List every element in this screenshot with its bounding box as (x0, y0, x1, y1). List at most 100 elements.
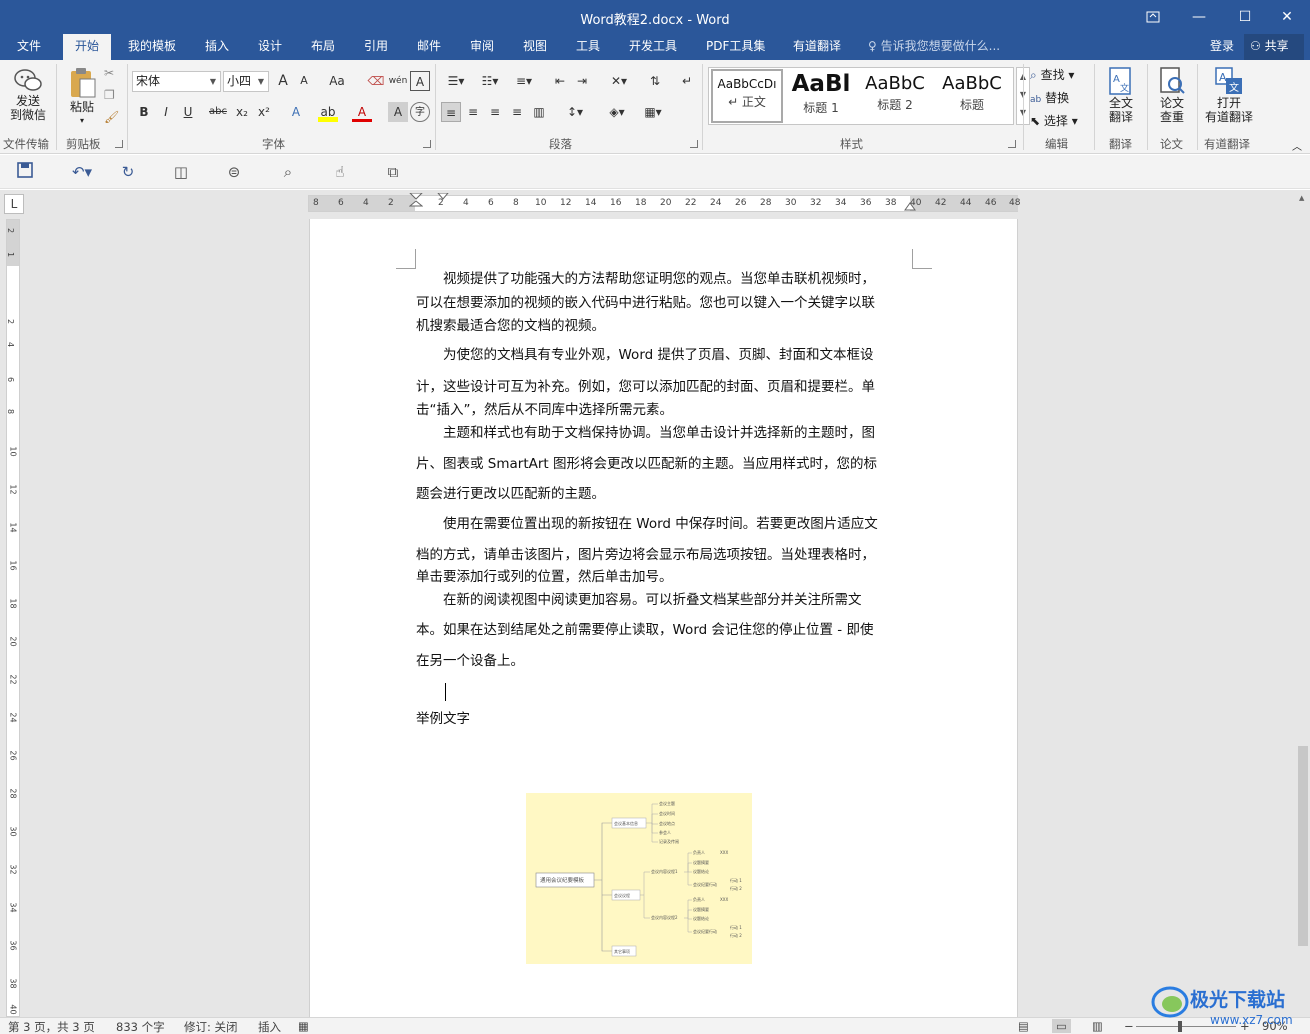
clear-format-icon[interactable]: ⌫ (366, 71, 386, 91)
font-color-button[interactable]: A (352, 102, 372, 122)
body-text-line[interactable]: 在新的阅读视图中阅读更加容易。可以折叠文档某些部分并关注所需文 (416, 589, 912, 612)
tab-insert[interactable]: 插入 (193, 34, 241, 60)
page-count[interactable]: 第 3 页，共 3 页 (8, 1019, 95, 1034)
superscript-button[interactable]: x² (254, 102, 274, 122)
grow-font-button[interactable]: A (273, 71, 293, 91)
chevron-up-icon[interactable]: ▲ (1299, 194, 1304, 202)
macro-record-icon[interactable]: ▦ (298, 1019, 309, 1033)
bullets-icon[interactable]: ☰▾ (441, 71, 471, 91)
tab-tools[interactable]: 工具 (564, 34, 612, 60)
customize-qat-icon[interactable]: ⧉ (383, 162, 403, 182)
tell-me-search[interactable]: ♀ 告诉我您想要做什么... (868, 37, 1000, 54)
show-marks-icon[interactable]: ↵ (677, 71, 697, 91)
clipboard-launcher-icon[interactable] (115, 140, 123, 148)
body-text-line[interactable]: 为使您的文档具有专业外观，Word 提供了页眉、页脚、封面和文本框设 (416, 344, 912, 367)
tab-references[interactable]: 引用 (352, 34, 400, 60)
change-case-button[interactable]: Aa (322, 71, 352, 91)
body-text-line[interactable]: 片、图表或 SmartArt 图形将会更改以匹配新的主题。当应用样式时，您的标 (416, 453, 912, 476)
tab-mailings[interactable]: 邮件 (405, 34, 453, 60)
text-effects-button[interactable]: A (286, 102, 306, 122)
maximize-button[interactable]: ☐ (1222, 0, 1268, 34)
right-indent-icon[interactable] (904, 201, 916, 211)
style-title[interactable]: AaBbC 标题 (933, 69, 1011, 123)
style-normal[interactable]: AaBbCcDı ↵ 正文 (711, 69, 783, 123)
align-right-icon[interactable]: ≡ (485, 102, 505, 122)
tab-layout[interactable]: 布局 (299, 34, 347, 60)
word-count[interactable]: 833 个字 (116, 1019, 165, 1034)
subscript-button[interactable]: x₂ (232, 102, 252, 122)
vertical-scrollbar[interactable]: ▲ (1296, 190, 1310, 1017)
ribbon-display-options-button[interactable] (1130, 0, 1176, 34)
tab-review[interactable]: 审阅 (458, 34, 506, 60)
web-layout-icon[interactable]: ⊜ (224, 162, 244, 182)
minimize-button[interactable]: — (1176, 0, 1222, 34)
body-text-line[interactable]: 在另一个设备上。 (416, 650, 912, 673)
highlight-button[interactable]: ab (318, 102, 338, 122)
enclose-characters-button[interactable]: 字 (410, 102, 430, 122)
decrease-indent-icon[interactable]: ⇤ (550, 71, 570, 91)
indent-marker-icon[interactable] (409, 193, 423, 213)
tab-view[interactable]: 视图 (511, 34, 559, 60)
multilevel-list-icon[interactable]: ≡▾ (509, 71, 539, 91)
distributed-icon[interactable]: ▥ (529, 102, 549, 122)
first-line-indent-icon[interactable] (437, 193, 449, 201)
body-text-line[interactable]: 使用在需要位置出现的新按钮在 Word 中保存时间。若要更改图片适应文 (416, 513, 912, 536)
font-name-combo[interactable]: 宋体 ▼ (132, 71, 221, 92)
body-text-line[interactable]: 可以在想要添加的视频的嵌入代码中进行粘贴。您也可以键入一个关键字以联 (416, 292, 912, 315)
tab-developer[interactable]: 开发工具 (617, 34, 689, 60)
strikethrough-button[interactable]: abc (208, 102, 228, 122)
tab-pdf-tools[interactable]: PDF工具集 (694, 34, 777, 60)
web-layout-view-icon[interactable]: ▥ (1092, 1019, 1103, 1033)
style-heading-1[interactable]: AaBl 标题 1 (785, 69, 857, 123)
style-heading-2[interactable]: AaBbC 标题 2 (859, 69, 931, 123)
underline-button[interactable]: U (178, 102, 198, 122)
collapse-ribbon-icon[interactable]: ︿ (1292, 138, 1302, 153)
body-text-line[interactable]: 单击要添加行或列的位置，然后单击加号。 (416, 566, 912, 589)
mindmap-image[interactable]: 通用会议纪要模板 会议基本信息 会议议程 其它事项 会议主题 会议时间 会议地点… (526, 793, 752, 964)
tab-my-templates[interactable]: 我的模板 (116, 34, 188, 60)
redo-icon[interactable]: ↻ (118, 162, 138, 182)
bold-button[interactable]: B (134, 102, 154, 122)
print-preview-icon[interactable]: ⌕ (278, 162, 298, 182)
read-mode-icon[interactable]: ▤ (1018, 1019, 1029, 1033)
replace-button[interactable]: ab 替换 (1030, 89, 1069, 106)
shading-icon[interactable]: ◈▾ (602, 102, 632, 122)
align-left-icon[interactable]: ≡ (441, 102, 461, 122)
shrink-font-button[interactable]: A (294, 71, 314, 91)
send-to-wechat-button[interactable]: 发送 到微信 (6, 64, 50, 130)
save-icon[interactable] (15, 162, 35, 182)
tab-design[interactable]: 设计 (246, 34, 294, 60)
find-button[interactable]: ⌕ 查找 ▾ (1030, 66, 1074, 83)
body-text-line[interactable]: 本。如果在达到结尾处之前需要停止读取，Word 会记住您的停止位置 - 即使 (416, 619, 912, 642)
character-shading-button[interactable]: A (388, 102, 408, 122)
sort-icon[interactable]: ⇅ (645, 71, 665, 91)
align-center-icon[interactable]: ≡ (463, 102, 483, 122)
body-text-line[interactable]: 机搜索最适合您的文档的视频。 (416, 315, 912, 338)
borders-icon[interactable]: ▦▾ (638, 102, 668, 122)
tab-youdao-translate[interactable]: 有道翻译 (781, 34, 853, 60)
body-text-line[interactable]: 计，这些设计可互为补充。例如，您可以添加匹配的封面、页眉和提要栏。单 (416, 376, 912, 399)
vertical-ruler[interactable]: 2 1 2 4 6 8 10 12 14 16 18 20 22 24 26 2… (6, 219, 20, 1017)
close-button[interactable]: ✕ (1264, 0, 1310, 34)
body-text-line[interactable]: 档的方式，请单击该图片，图片旁边将会显示布局选项按钮。当处理表格时， (416, 544, 912, 567)
copy-icon[interactable]: ❐ (104, 88, 115, 102)
track-changes-status[interactable]: 修订: 关闭 (184, 1019, 238, 1034)
chinese-layout-icon[interactable]: ✕▾ (604, 71, 634, 91)
share-button[interactable]: ⚇ 共享 (1244, 34, 1304, 60)
body-text-line[interactable]: 击“插入”，然后从不同库中选择所需元素。 (416, 399, 912, 422)
styles-launcher-icon[interactable] (1008, 140, 1016, 148)
touch-mode-icon[interactable]: ☝ (330, 162, 350, 182)
insert-mode-status[interactable]: 插入 (258, 1019, 281, 1034)
reading-mode-icon[interactable]: ◫ (171, 162, 191, 182)
select-button[interactable]: ⬉ 选择 ▾ (1030, 112, 1078, 129)
tab-file[interactable]: 文件 (5, 34, 53, 60)
paste-button[interactable]: 粘贴 ▾ (62, 64, 102, 130)
open-youdao-translate-button[interactable]: A文 打开 有道翻译 (1202, 64, 1256, 130)
full-text-translate-button[interactable]: A文 全文 翻译 (1100, 64, 1142, 130)
tab-selector[interactable]: L (4, 194, 24, 214)
character-border-button[interactable]: A (410, 71, 430, 91)
horizontal-ruler[interactable]: 8 6 4 2 2 4 6 8 10 12 14 16 18 20 22 24 … (308, 193, 1020, 213)
format-painter-icon[interactable]: 🖌 (104, 110, 119, 124)
undo-icon[interactable]: ↶▾ (64, 162, 100, 182)
body-text-line[interactable]: 主题和样式也有助于文档保持协调。当您单击设计并选择新的主题时，图 (416, 422, 912, 445)
